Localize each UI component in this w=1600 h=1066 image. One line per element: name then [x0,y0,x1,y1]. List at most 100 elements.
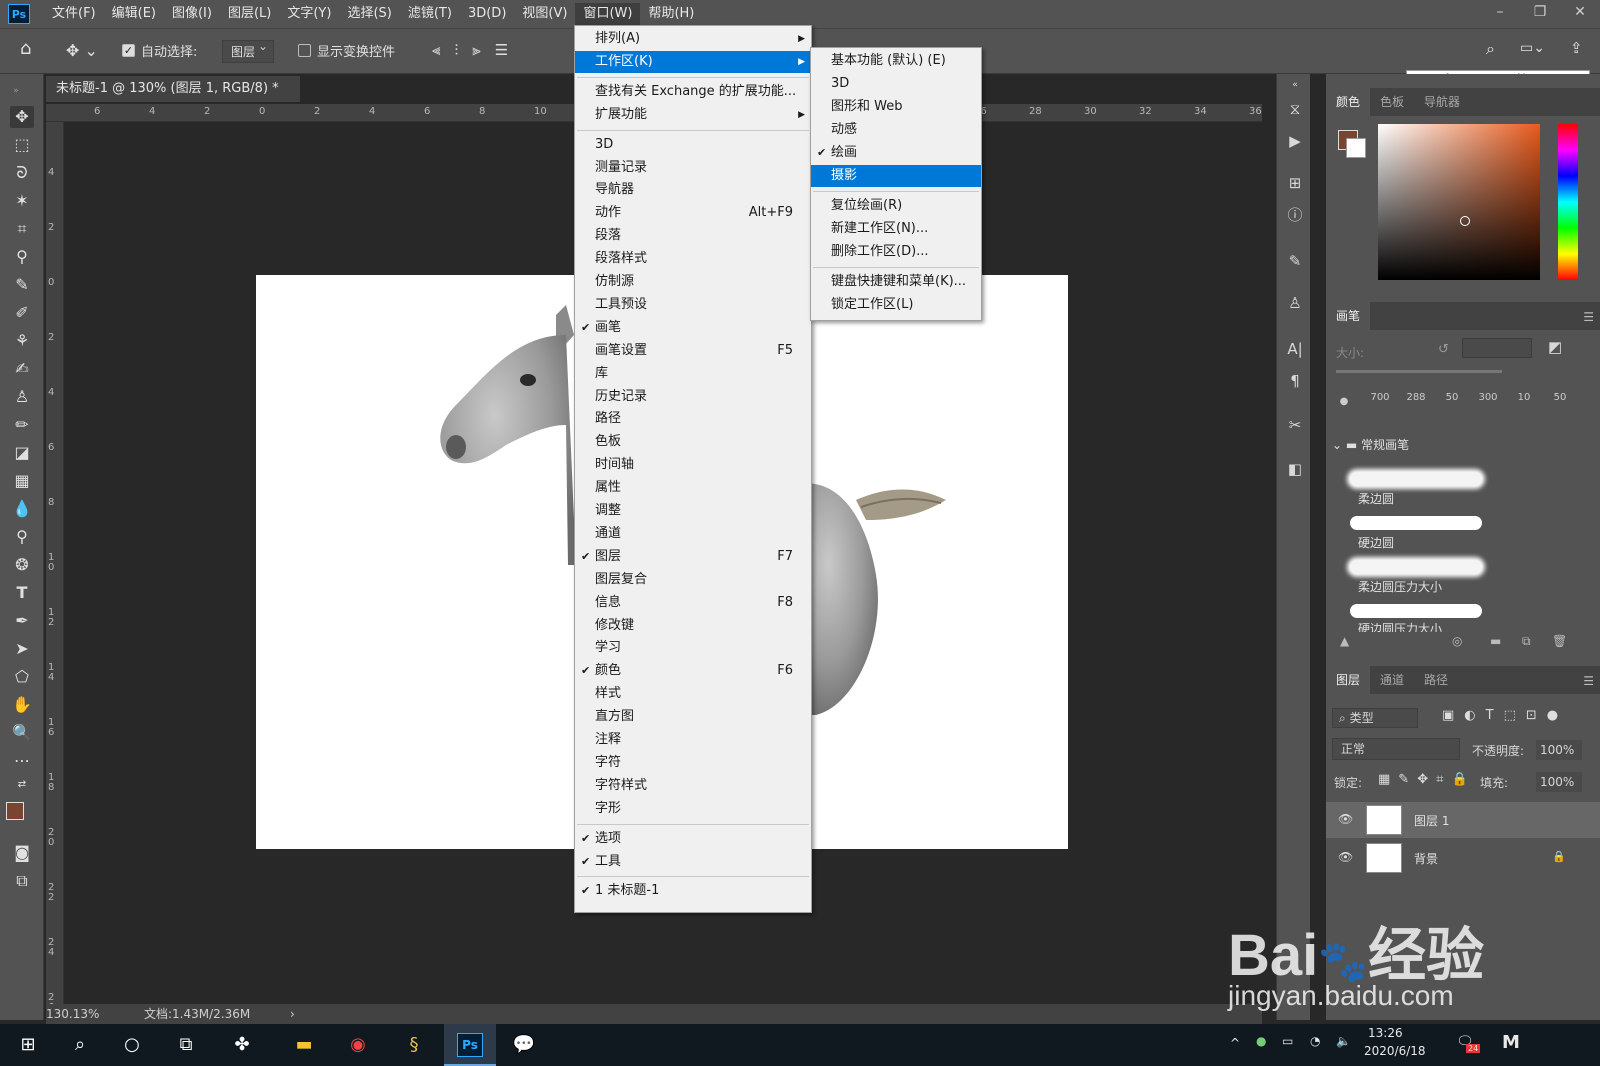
menu-item[interactable]: 图层复合 [575,569,811,591]
brush-name[interactable]: 柔边圆 [1358,490,1394,507]
menu-item[interactable]: 复位绘画(R) [811,195,981,217]
menu-item[interactable]: 修改键 [575,615,811,637]
photoshop-taskbar-icon[interactable]: Ps [444,1024,496,1066]
collapse-icon[interactable]: « [1284,74,1306,96]
brush-stroke-preview[interactable] [1350,472,1482,486]
magic-wand-tool-icon[interactable]: ✶ [10,190,34,212]
menu-window[interactable]: 窗口(W) [575,3,641,25]
cortana-icon[interactable]: ○ [118,1032,146,1058]
smart-object-filter-icon[interactable]: ⊡ [1526,708,1547,723]
show-transform-checkbox[interactable] [298,44,311,57]
brush-stroke-preview[interactable] [1350,516,1482,530]
menu-item[interactable]: 仿制源 [575,271,811,293]
adjust-icon[interactable]: ✂ [1284,414,1306,436]
menu-type[interactable]: 文字(Y) [279,3,339,25]
menu-item[interactable]: 排列(A) ▶ [575,28,811,50]
shape-tool-icon[interactable]: ⬠ [10,666,34,688]
tab-navigator[interactable]: 导航器 [1414,88,1470,116]
tab-channels[interactable]: 通道 [1370,666,1414,694]
menu-item[interactable]: 历史记录 [575,386,811,408]
menu-item[interactable]: 新建工作区(N)... [811,218,981,240]
menu-item[interactable]: 信息 F8 [575,592,811,614]
brush-preset-icon[interactable]: ● [1326,392,1362,422]
menu-item[interactable]: 基本功能 (默认) (E) [811,50,981,72]
actions-panel-icon[interactable]: ▶ [1284,130,1306,152]
menu-edit[interactable]: 编辑(E) [104,3,164,25]
lock-all-icon[interactable]: 🔒 [1451,772,1475,787]
paragraph-panel-icon[interactable]: ¶ [1284,370,1306,392]
brush-group-header[interactable]: ⌄ ▬ 常规画笔 [1332,436,1409,453]
menu-item[interactable]: 直方图 [575,706,811,728]
align-left-icon[interactable]: ⫷ [432,41,454,59]
crop-tool-icon[interactable]: ⌗ [10,218,34,240]
search-icon[interactable]: ⌕ [1486,39,1495,59]
menu-item[interactable]: 字形 [575,798,811,820]
tab-color[interactable]: 颜色 [1326,88,1371,116]
menu-item[interactable]: ✔ 颜色 F6 [575,660,811,682]
quick-mask-icon[interactable]: ◙ [10,842,34,864]
menu-item[interactable]: 路径 [575,408,811,430]
menu-help[interactable]: 帮助(H) [640,3,702,25]
brush-size-slider[interactable] [1336,370,1502,373]
brush-preset[interactable]: 10 [1506,392,1542,422]
search-icon[interactable]: ⌕ [66,1032,94,1058]
hue-slider[interactable] [1558,124,1578,280]
menu-item[interactable]: 学习 [575,637,811,659]
menu-view[interactable]: 视图(V) [514,3,575,25]
menu-item[interactable]: ✔ 绘画 [811,142,981,164]
ime-indicator-icon[interactable]: M [1502,1032,1520,1053]
bg-color-swatch[interactable] [1346,138,1366,158]
clone-stamp-tool-icon[interactable]: ⚘ [10,330,34,352]
new-brush-icon[interactable]: ◩ [1548,338,1562,356]
character-panel-icon[interactable]: A| [1284,338,1306,360]
file-explorer-icon[interactable]: ▬ [290,1032,318,1058]
close-icon[interactable]: ✕ [1560,0,1600,28]
tab-paths[interactable]: 路径 [1414,666,1458,694]
tool-presets-icon[interactable]: ♙ [1284,292,1306,314]
menu-filter[interactable]: 滤镜(T) [400,3,460,25]
new-group-icon[interactable]: ▬ [1490,634,1501,648]
menu-item[interactable]: 键盘快捷键和菜单(K)... [811,271,981,293]
menu-item[interactable]: 3D [811,73,981,95]
lock-pixels-icon[interactable]: ▦ [1378,772,1398,787]
brush-size-input[interactable] [1462,338,1532,358]
share-icon[interactable]: ⇪ [1570,39,1583,57]
history-panel-icon[interactable]: ⧖ [1284,98,1306,120]
new-brush-icon[interactable]: ⧉ [1522,634,1531,649]
document-tab[interactable]: 未标题-1 @ 130% (图层 1, RGB/8) * × [46,76,300,122]
brush-preset[interactable]: 288 [1398,392,1434,422]
eye-icon[interactable]: 👁 [1338,850,1353,864]
path-selection-tool-icon[interactable]: ➤ [10,638,34,660]
brush-preset[interactable]: 700 [1362,392,1398,422]
brush-preset[interactable]: 50 [1434,392,1470,422]
brush-stroke-preview[interactable] [1350,604,1482,618]
tray-expand-icon[interactable]: ^ [1230,1036,1240,1050]
move-tool-icon[interactable]: ✥ ⌄ [66,41,98,60]
brush-size-small-icon[interactable]: ▲ [1340,634,1349,648]
more-tools-icon[interactable]: ⋯ [10,750,34,772]
sponge-tool-icon[interactable]: ❂ [10,554,34,576]
blur-tool-icon[interactable]: 💧 [10,498,34,520]
pen-tool-icon[interactable]: ✒ [10,610,34,632]
zoom-tool-icon[interactable]: 🔍 [10,722,34,744]
tab-brush[interactable]: 画笔 [1326,302,1371,330]
pinwheel-app-icon[interactable]: ✤ [228,1032,256,1058]
tab-swatches[interactable]: 色板 [1370,88,1414,116]
hand-tool-icon[interactable]: ✋ [10,694,34,716]
gradient-tool-icon[interactable]: ▦ [10,470,34,492]
wechat-icon[interactable]: 💬 [510,1032,538,1058]
task-view-icon[interactable]: ⧉ [172,1032,200,1058]
brush-stroke-preview[interactable] [1350,560,1482,574]
lock-artboard-icon[interactable]: ⌗ [1436,772,1451,787]
eye-icon[interactable]: 👁 [1338,812,1353,826]
adjustment-filter-icon[interactable]: ◐ [1464,708,1485,723]
shape-filter-icon[interactable]: ⬚ [1504,708,1526,723]
menu-item[interactable]: 画笔设置 F5 [575,340,811,362]
menu-item[interactable]: 动作 Alt+F9 [575,202,811,224]
menu-item[interactable]: 库 [575,363,811,385]
swap-colors-icon[interactable]: ⇄ [10,774,34,796]
minimize-icon[interactable]: – [1480,0,1520,28]
menu-item[interactable]: 调整 [575,500,811,522]
clock-date[interactable]: 2020/6/18 [1364,1044,1426,1058]
menu-item[interactable]: 通道 [575,523,811,545]
